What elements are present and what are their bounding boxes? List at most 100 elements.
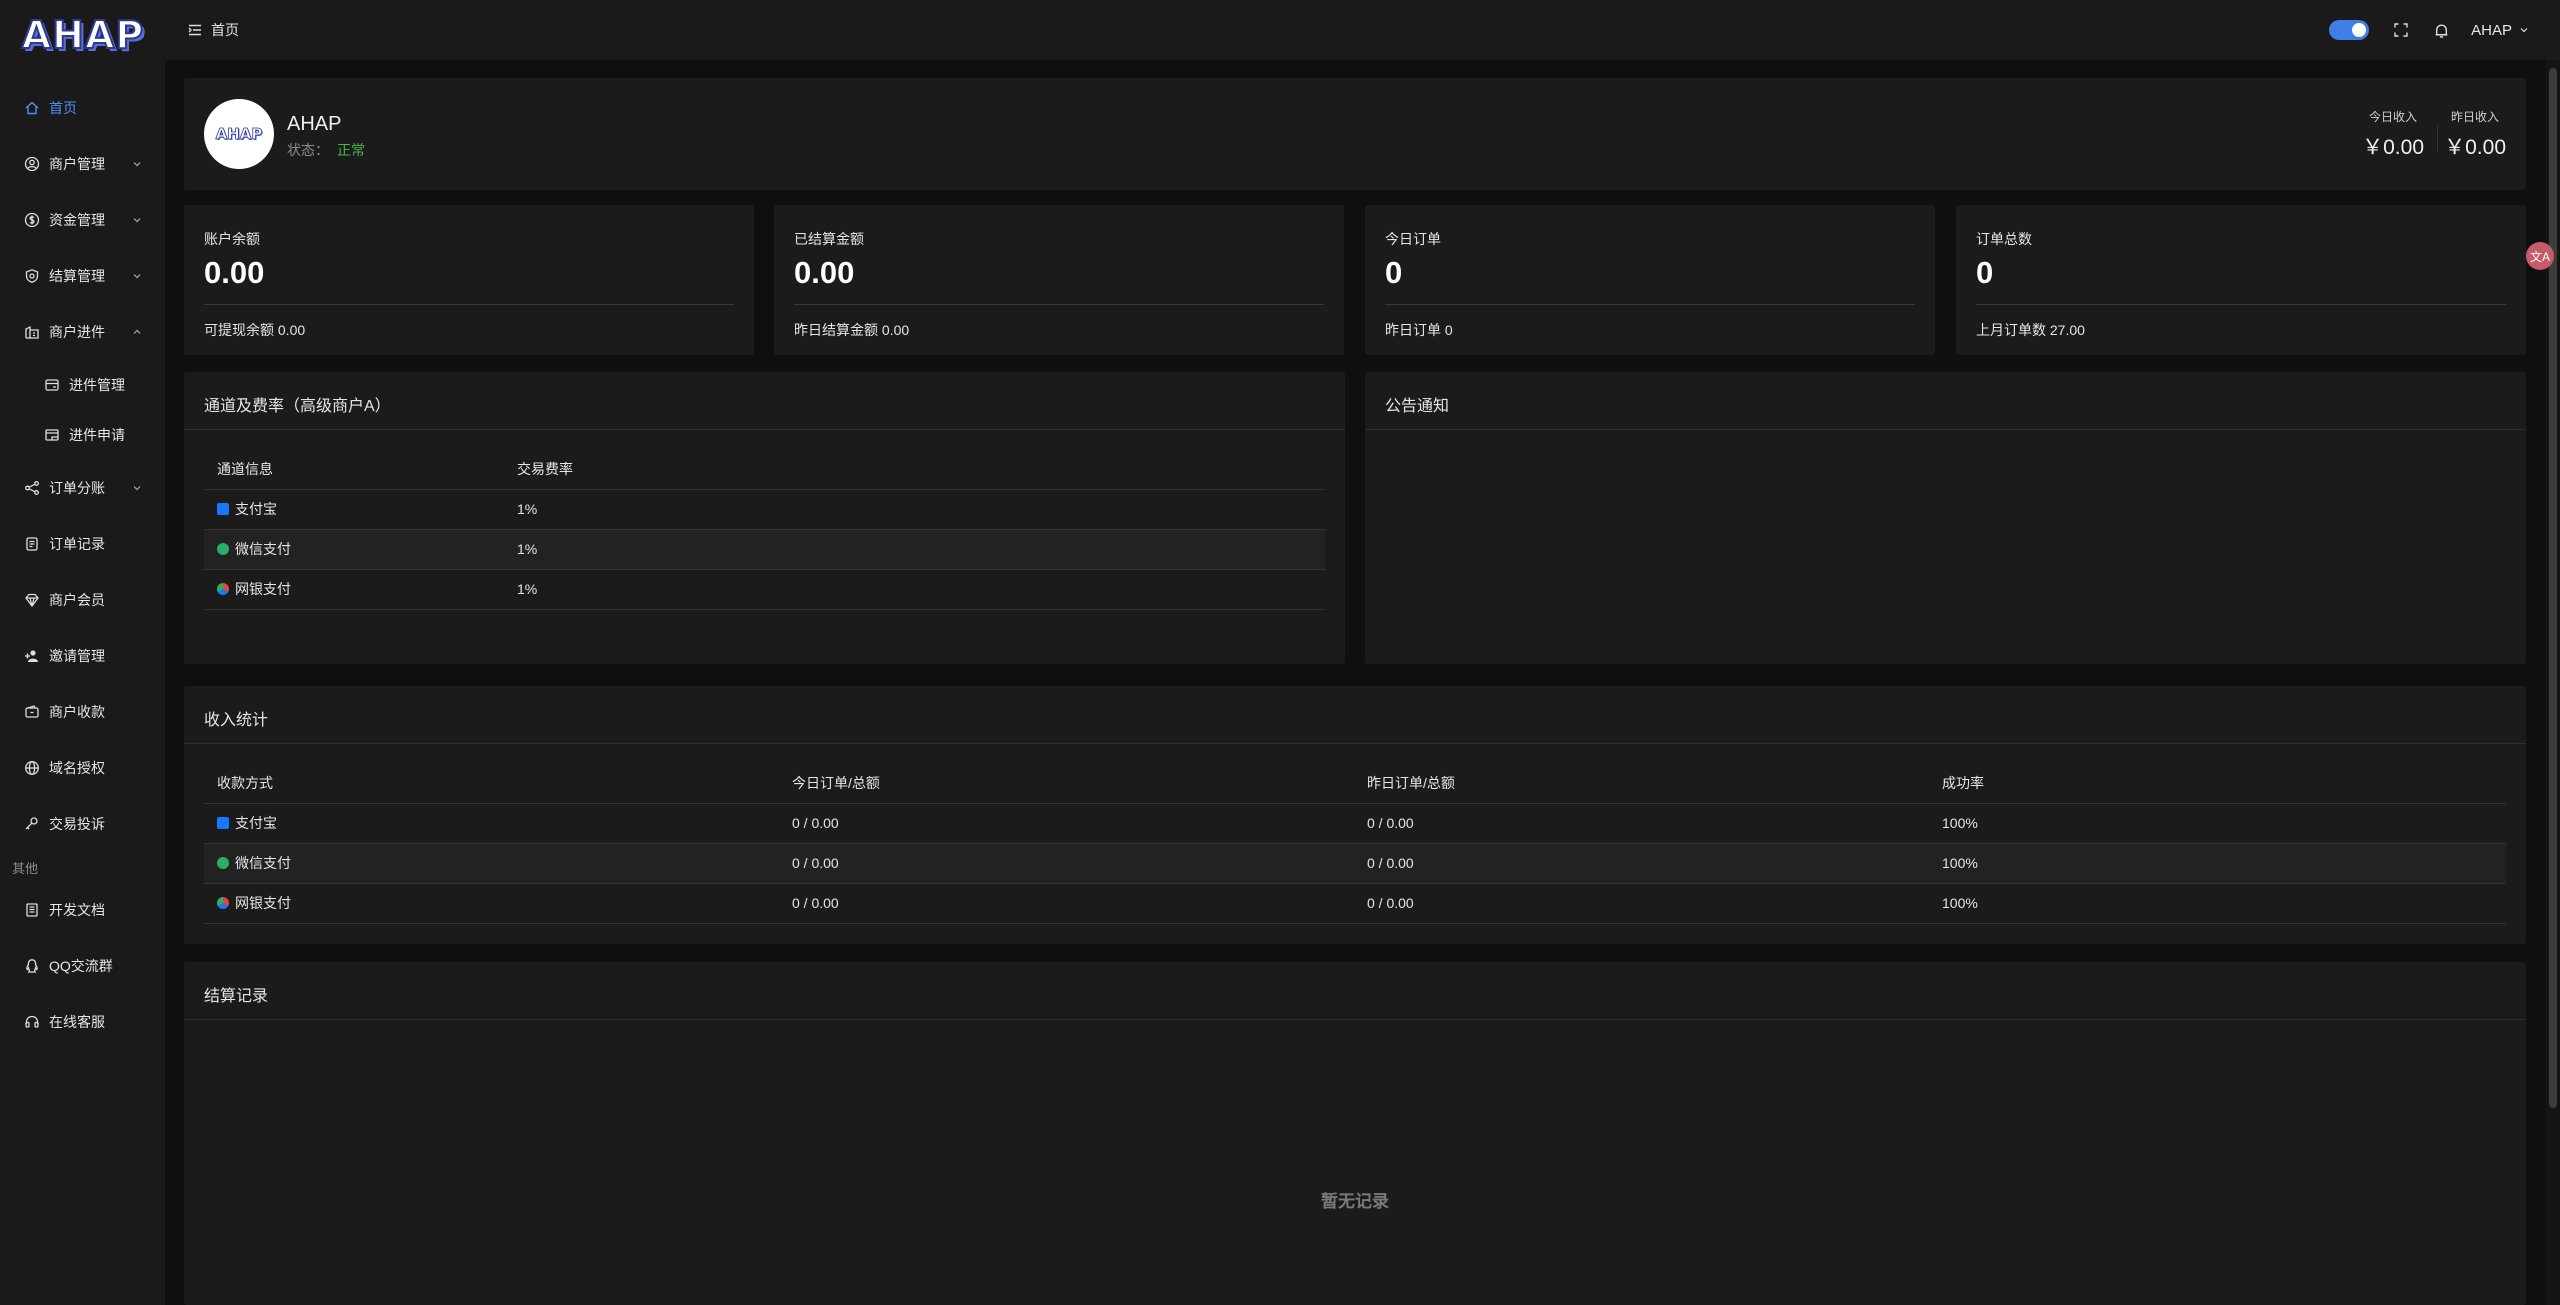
stat-value: 0.00	[204, 255, 265, 290]
merchant-name: AHAP	[287, 113, 342, 135]
brand-logo[interactable]: AHAP	[21, 10, 144, 60]
table-row: 网银支付 0 / 0.00 0 / 0.00 100%	[204, 883, 2506, 924]
divider	[184, 743, 2526, 744]
sidebar-item-merchant[interactable]: 商户管理	[0, 136, 165, 192]
sidebar-item-label: 开发文档	[49, 902, 105, 918]
settlement-card: 结算记录 暂无记录	[184, 962, 2526, 1305]
sidebar-item-settlement[interactable]: 结算管理	[0, 248, 165, 304]
today-income-label: 今日收入	[2369, 110, 2418, 124]
stat-sub: 上月订单数 27.00	[1976, 322, 2085, 338]
wechat-icon	[217, 543, 229, 555]
today-cell: 0 / 0.00	[779, 843, 1354, 884]
sidebar-item-complaints[interactable]: 交易投诉	[0, 796, 165, 852]
user-menu[interactable]: AHAP	[2471, 22, 2530, 39]
divider	[1365, 429, 2526, 430]
yesterday-income-value: ￥0.00	[2444, 136, 2506, 159]
rate-cell: 1%	[504, 489, 1325, 530]
breadcrumb[interactable]: 首页	[211, 20, 239, 40]
globe-icon	[24, 760, 40, 776]
column-header: 收款方式	[204, 763, 779, 804]
card-title: 结算记录	[204, 988, 269, 1005]
building-icon	[24, 324, 40, 340]
stat-label: 今日订单	[1385, 231, 1441, 247]
sidebar-item-dev-docs[interactable]: 开发文档	[0, 882, 165, 938]
income-stats-card: 收入统计 收款方式 今日订单/总额 昨日订单/总额 成功率 支付宝 0 / 0.…	[184, 686, 2526, 944]
sidebar-item-label: 订单记录	[49, 536, 105, 552]
bell-icon[interactable]	[2431, 20, 2451, 40]
sidebar-item-home[interactable]: 首页	[0, 80, 165, 136]
complaint-icon	[24, 816, 40, 832]
theme-toggle[interactable]	[2329, 20, 2370, 40]
method-cell: 微信支付	[204, 843, 779, 884]
alipay-icon	[217, 503, 229, 515]
success-rate-cell: 100%	[1929, 803, 2506, 844]
stat-card-total-orders: 订单总数 0 上月订单数 27.00	[1956, 205, 2526, 355]
merchant-status: 状态： 正常	[287, 140, 365, 160]
sidebar-item-onboarding-apply[interactable]: 进件申请	[0, 410, 165, 460]
stat-sub: 昨日结算金额 0.00	[794, 322, 910, 338]
success-rate-cell: 100%	[1929, 883, 2506, 924]
sidebar-item-invites[interactable]: 邀请管理	[0, 628, 165, 684]
method-cell: 网银支付	[204, 883, 779, 924]
divider	[794, 304, 1324, 305]
chevron-down-icon	[133, 218, 141, 223]
share-icon	[24, 480, 40, 496]
sidebar-item-label: 进件申请	[69, 427, 125, 443]
chevron-up-icon	[133, 329, 141, 334]
sidebar-item-label: 商户会员	[49, 592, 105, 608]
translate-icon[interactable]: 文A	[2526, 242, 2554, 270]
sidebar-item-membership[interactable]: 商户会员	[0, 572, 165, 628]
income-divider	[2437, 126, 2438, 152]
table-row: 支付宝 0 / 0.00 0 / 0.00 100%	[204, 803, 2506, 844]
yesterday-cell: 0 / 0.00	[1354, 843, 1929, 884]
fullscreen-icon[interactable]	[2391, 20, 2411, 40]
sidebar-item-funds[interactable]: 资金管理	[0, 192, 165, 248]
yesterday-cell: 0 / 0.00	[1354, 883, 1929, 924]
avatar: AHAP	[204, 99, 274, 169]
channel-cell: 网银支付	[204, 569, 504, 610]
sidebar: AHAP 首页 商户管理 资金管理 结算管理 商户进件 进件管理 进件申请 订单…	[0, 0, 165, 1305]
sidebar-item-label: 商户管理	[49, 156, 105, 172]
status-label: 状态：	[287, 142, 329, 158]
stat-value: 0	[1385, 255, 1403, 290]
rate-cell: 1%	[504, 529, 1325, 570]
stat-sub: 昨日订单 0	[1385, 322, 1453, 338]
table-row: 网银支付 1%	[204, 569, 1325, 610]
sidebar-item-onboarding[interactable]: 商户进件	[0, 304, 165, 360]
alipay-icon	[217, 817, 229, 829]
sidebar-item-domain[interactable]: 域名授权	[0, 740, 165, 796]
channel-name: 支付宝	[235, 501, 277, 517]
sidebar-item-qq-group[interactable]: QQ交流群	[0, 938, 165, 994]
sidebar-item-label: 域名授权	[49, 760, 105, 776]
add-user-icon	[24, 648, 40, 664]
chevron-down-icon	[133, 162, 141, 167]
menu-fold-icon[interactable]	[187, 22, 203, 38]
sidebar-item-order-split[interactable]: 订单分账	[0, 460, 165, 516]
table-header-row: 收款方式 今日订单/总额 昨日订单/总额 成功率	[204, 763, 2506, 804]
sidebar-item-support[interactable]: 在线客服	[0, 994, 165, 1050]
sidebar-item-label: 邀请管理	[49, 648, 105, 664]
table-row: 支付宝 1%	[204, 489, 1325, 530]
scrollbar-thumb[interactable]	[2549, 68, 2557, 1108]
stat-card-balance: 账户余额 0.00 可提现余额 0.00	[184, 205, 754, 355]
card-title: 收入统计	[204, 712, 269, 729]
sidebar-item-collection[interactable]: 商户收款	[0, 684, 165, 740]
sidebar-item-label: 订单分账	[49, 480, 105, 496]
today-cell: 0 / 0.00	[779, 803, 1354, 844]
wechat-icon	[217, 857, 229, 869]
sidebar-item-label: 资金管理	[49, 212, 105, 228]
sidebar-item-label: 在线客服	[49, 1014, 105, 1030]
yesterday-income-label: 昨日收入	[2451, 110, 2500, 124]
divider	[204, 304, 734, 305]
column-header: 成功率	[1929, 763, 2506, 804]
sidebar-item-onboarding-manage[interactable]: 进件管理	[0, 360, 165, 410]
shield-icon	[24, 268, 40, 284]
headset-icon	[24, 1014, 40, 1030]
sidebar-item-label: 进件管理	[69, 377, 125, 393]
method-name: 微信支付	[235, 855, 291, 871]
top-header: 首页 AHAP	[165, 0, 2560, 60]
card-stack-icon	[44, 377, 60, 393]
column-header: 今日订单/总额	[779, 763, 1354, 804]
column-header: 昨日订单/总额	[1354, 763, 1929, 804]
sidebar-item-order-records[interactable]: 订单记录	[0, 516, 165, 572]
